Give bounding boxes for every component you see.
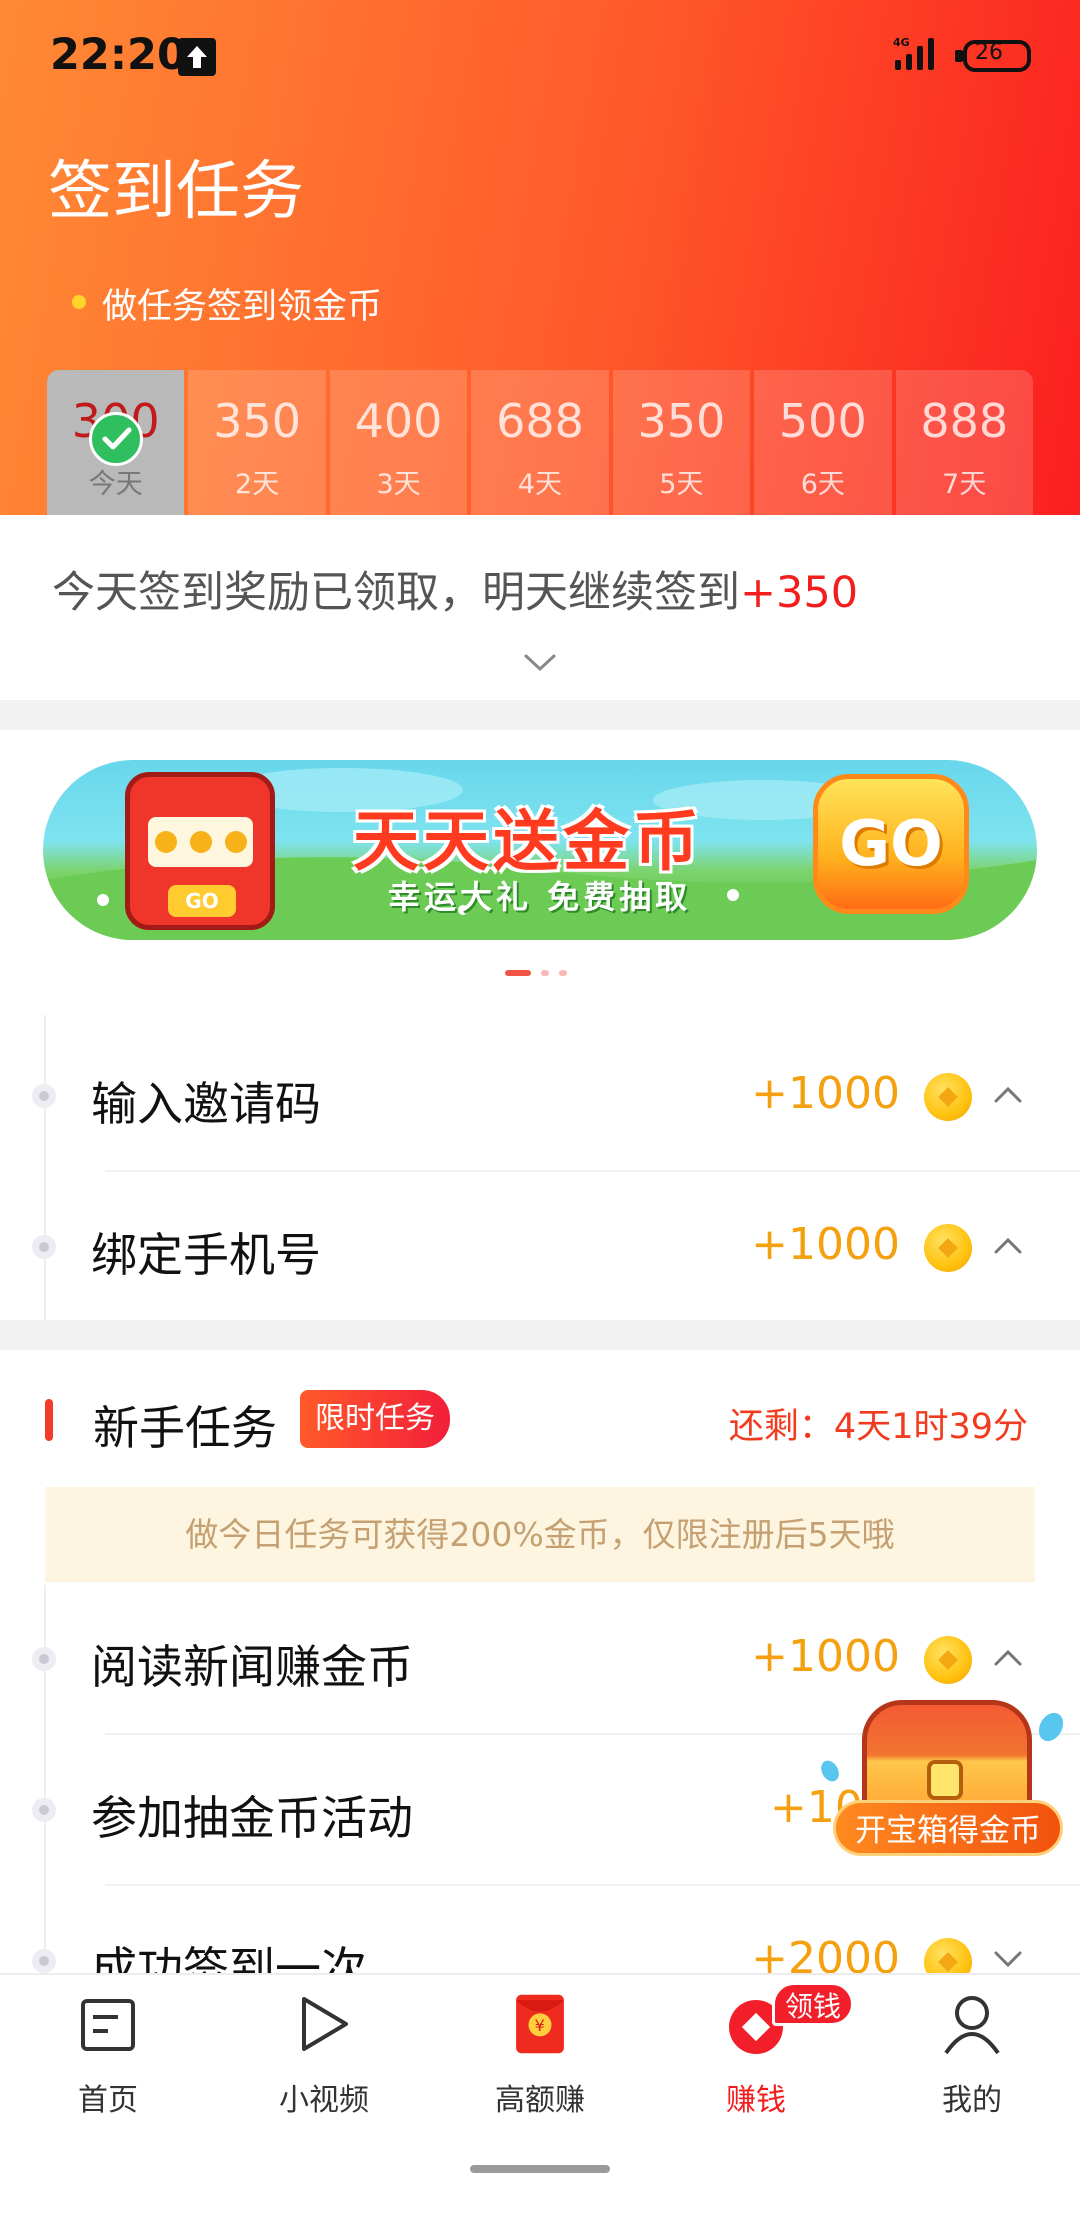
chevron-up-icon[interactable] xyxy=(993,1235,1023,1255)
red-envelope-icon: ¥ xyxy=(516,1994,564,2054)
svg-text:¥: ¥ xyxy=(535,2016,545,2035)
task-name: 绑定手机号 xyxy=(91,1228,321,1282)
nav-short-video[interactable]: 小视频 xyxy=(216,1975,432,2122)
checkin-days: 300 今天 350 2天 400 3天 688 4天 350 5天 xyxy=(47,370,1033,515)
section-marker xyxy=(45,1399,53,1441)
notice-text: 今天签到奖励已领取，明天继续签到 xyxy=(52,568,740,618)
coin-icon xyxy=(924,1224,972,1272)
task-name: 阅读新闻赚金币 xyxy=(91,1640,413,1694)
task-row[interactable]: 绑定手机号 +1000 xyxy=(0,1171,1080,1321)
checkin-day-5[interactable]: 350 5天 xyxy=(612,370,751,515)
subtitle: 做任务签到领金币 xyxy=(102,287,383,327)
subtitle-dot xyxy=(72,295,86,309)
banner-title: 天天送金币 xyxy=(353,803,703,880)
slot-window xyxy=(148,817,253,867)
battery-icon: 26 xyxy=(963,40,1031,72)
battery-level: 26 xyxy=(975,40,1003,65)
day-label: 3天 xyxy=(376,469,421,500)
timeline-node xyxy=(32,1798,56,1822)
countdown: 还剩：4天1时39分 xyxy=(728,1407,1028,1447)
nav-label: 高额赚 xyxy=(495,2083,585,2118)
checkin-day-3[interactable]: 400 3天 xyxy=(329,370,468,515)
nav-label: 赚钱 xyxy=(726,2083,786,2118)
day-label: 2天 xyxy=(235,469,280,500)
network-label: 4G xyxy=(893,36,910,49)
page-title: 签到任务 xyxy=(48,155,304,229)
day-label: 7天 xyxy=(942,469,987,500)
day-label: 5天 xyxy=(659,469,704,500)
chevron-down-icon[interactable] xyxy=(523,652,557,674)
checkin-day-4[interactable]: 688 4天 xyxy=(471,370,609,515)
slot-machine-icon: GO xyxy=(125,772,275,930)
home-indicator[interactable] xyxy=(470,2165,610,2173)
nav-mine[interactable]: 我的 xyxy=(864,1975,1080,2122)
promo-banner[interactable]: GO 天天送金币 幸运大礼 免费抽取 GO xyxy=(43,760,1037,940)
go-button[interactable]: GO xyxy=(813,774,969,914)
bottom-nav: 首页 小视频 ¥ 高额赚 赚钱 我的 xyxy=(0,1973,1080,2120)
task-reward: +1000 xyxy=(751,1219,900,1270)
treasure-label[interactable]: 开宝箱得金币 xyxy=(833,1800,1063,1856)
news-icon xyxy=(81,1999,135,2051)
chest-lock xyxy=(927,1760,963,1800)
status-bar: 22:20 4G 26 xyxy=(0,0,1080,110)
timeline-node xyxy=(32,1949,56,1973)
day-coins: 500 xyxy=(778,394,867,448)
timeline-node xyxy=(32,1647,56,1671)
carousel-dot[interactable] xyxy=(559,970,567,976)
section-title: 新手任务 xyxy=(93,1401,277,1455)
task-reward: +1000 xyxy=(751,1068,900,1119)
day-coins: 888 xyxy=(920,394,1009,448)
tip-box: 做今日任务可获得200%金币，仅限注册后5天哦 xyxy=(45,1487,1035,1582)
notice-bonus: +350 xyxy=(740,568,859,618)
day-label: 4天 xyxy=(517,469,563,500)
checkin-day-6[interactable]: 500 6天 xyxy=(754,370,892,515)
battery-tip xyxy=(955,50,963,62)
task-name: 输入邀请码 xyxy=(91,1077,321,1131)
banner-subtitle: 幸运大礼 免费抽取 xyxy=(388,878,692,916)
nav-high-earn[interactable]: ¥ 高额赚 xyxy=(432,1975,648,2122)
coin-icon xyxy=(924,1073,972,1121)
chevron-down-icon[interactable] xyxy=(993,1949,1023,1969)
day-coins: 350 xyxy=(637,394,726,448)
day-coins: 350 xyxy=(213,394,302,448)
nav-label: 我的 xyxy=(942,2083,1002,2118)
section-gap xyxy=(0,700,1080,730)
timeline-node xyxy=(32,1235,56,1259)
nav-label: 小视频 xyxy=(279,2083,369,2118)
timeline-node xyxy=(32,1084,56,1108)
day-label: 6天 xyxy=(800,469,845,500)
limited-badge: 限时任务 xyxy=(300,1390,450,1448)
checkin-day-1[interactable]: 300 今天 xyxy=(47,370,185,515)
play-icon xyxy=(302,1997,348,2051)
task-row[interactable]: 输入邀请码 +1000 xyxy=(0,1020,1080,1170)
checkin-day-2[interactable]: 350 2天 xyxy=(188,370,326,515)
nav-label: 首页 xyxy=(78,2083,138,2118)
chevron-up-icon[interactable] xyxy=(993,1084,1023,1104)
check-icon xyxy=(89,412,143,466)
day-coins: 400 xyxy=(354,394,443,448)
carousel-dots xyxy=(505,970,567,976)
page: 22:20 4G 26 签到任务 做任务签到领金币 300 今天 xyxy=(0,0,1080,2220)
carousel-dot[interactable] xyxy=(505,970,531,976)
section-gap xyxy=(0,1320,1080,1350)
checkin-notice: 今天签到奖励已领取，明天继续签到+350 xyxy=(52,558,858,620)
task-name: 参加抽金币活动 xyxy=(91,1791,413,1845)
checkin-day-7[interactable]: 888 7天 xyxy=(895,370,1033,515)
slot-go-label: GO xyxy=(168,885,236,917)
task-reward: +1000 xyxy=(751,1631,900,1682)
day-label: 今天 xyxy=(88,469,143,500)
chevron-up-icon[interactable] xyxy=(993,1647,1023,1667)
user-icon xyxy=(944,1996,1000,2055)
coin-icon xyxy=(924,1636,972,1684)
go-label: GO xyxy=(839,807,943,880)
status-time: 22:20 xyxy=(50,30,187,80)
nav-home[interactable]: 首页 xyxy=(0,1975,216,2122)
header: 22:20 4G 26 签到任务 做任务签到领金币 300 今天 xyxy=(0,0,1080,515)
upload-icon xyxy=(178,38,216,76)
signal-icon: 4G xyxy=(893,36,934,70)
day-coins: 688 xyxy=(496,394,584,448)
splash-drop xyxy=(817,1757,843,1785)
nav-badge: 领钱 xyxy=(772,1982,854,2026)
carousel-dot[interactable] xyxy=(541,970,549,976)
